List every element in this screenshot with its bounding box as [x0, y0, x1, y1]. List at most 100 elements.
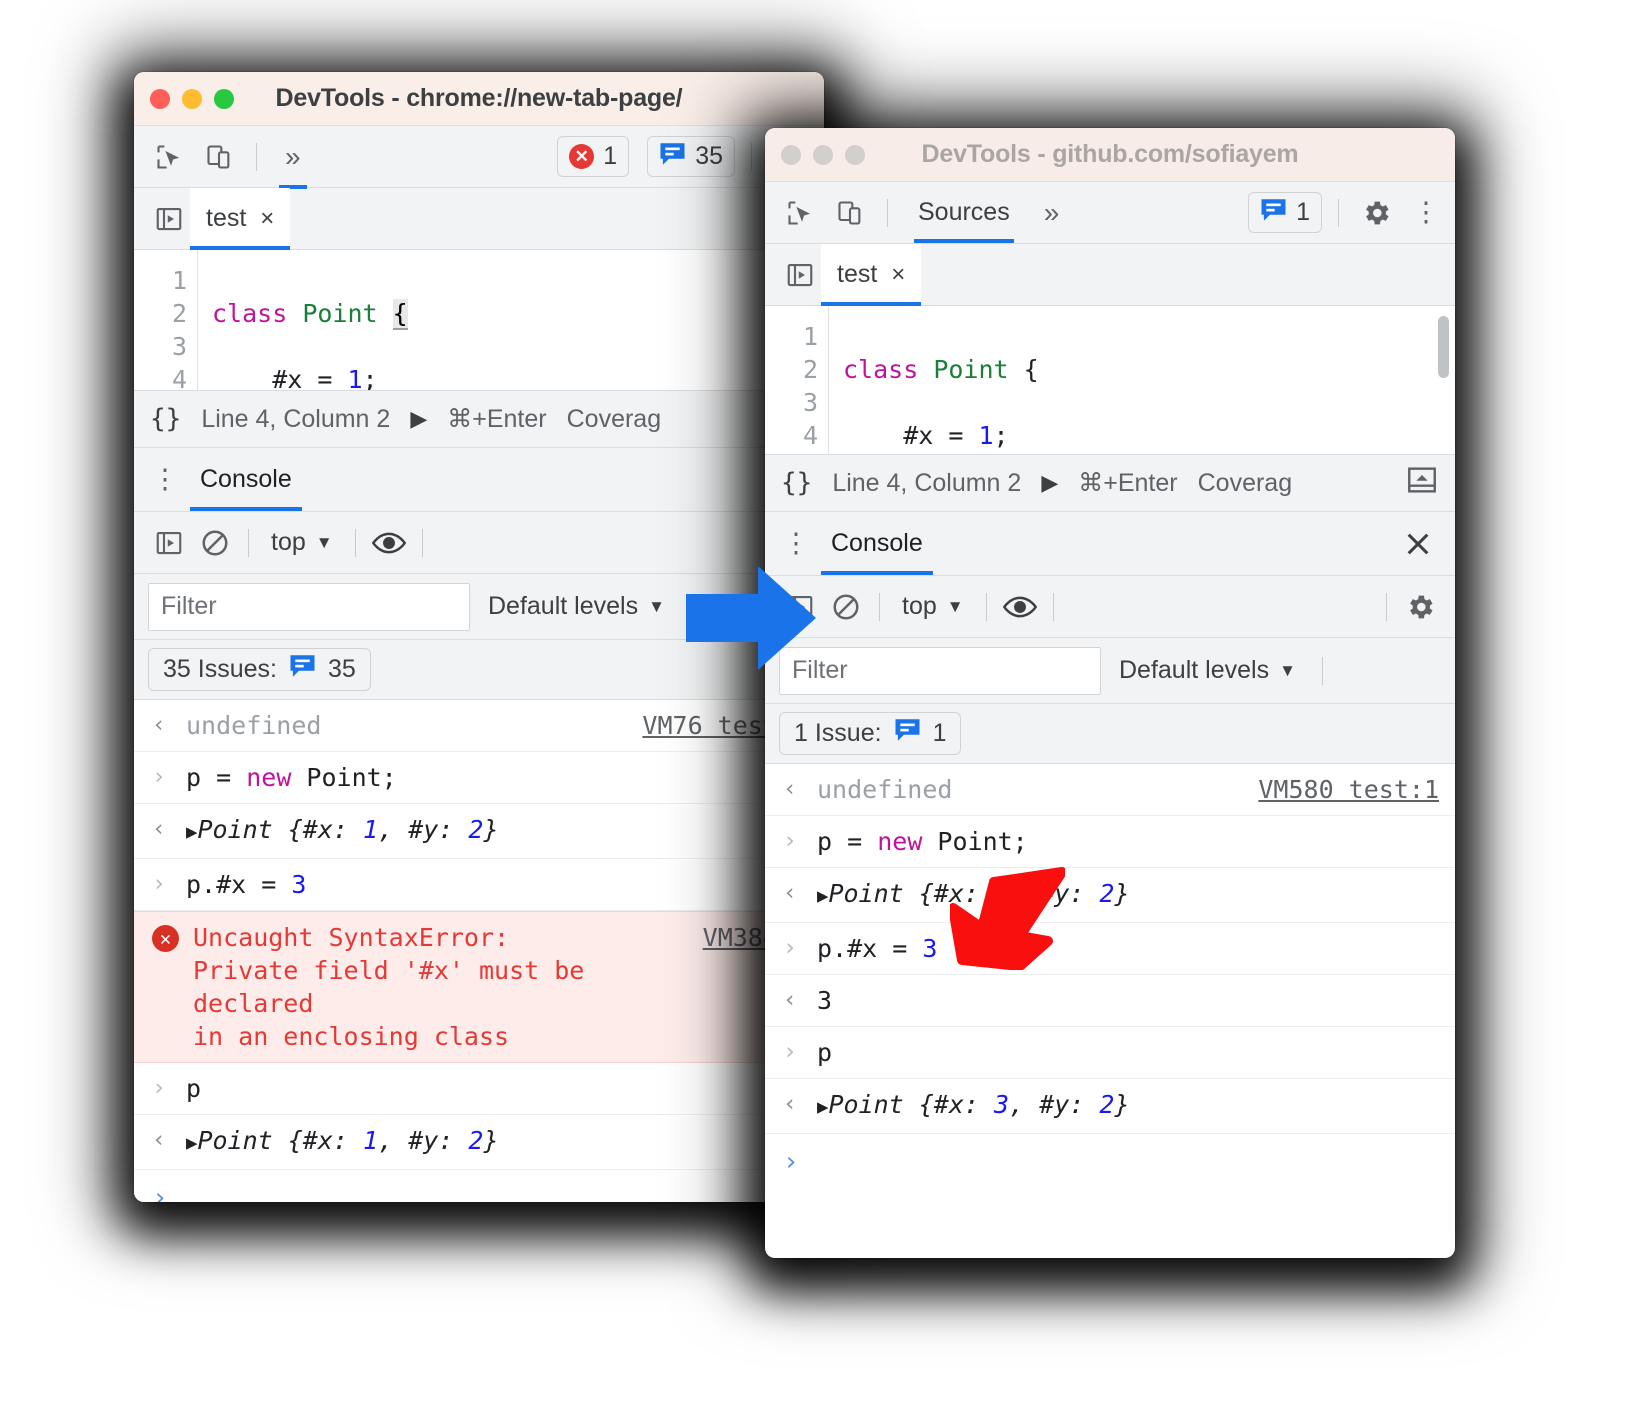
coverage-label[interactable]: Coverag: [567, 405, 662, 434]
console-prompt[interactable]: ›: [134, 1170, 824, 1202]
device-toolbar-icon[interactable]: [829, 192, 871, 234]
console-row[interactable]: ‹ ▶Point {#x: 1, #y: 2}: [765, 868, 1455, 923]
gear-icon[interactable]: [1355, 192, 1397, 234]
live-expression-icon[interactable]: [368, 522, 410, 564]
inspect-element-icon[interactable]: [148, 136, 190, 178]
tab-console[interactable]: Console: [817, 512, 937, 575]
close-icon[interactable]: ×: [891, 261, 905, 289]
console-filter-row[interactable]: Default levels ▼: [765, 638, 1455, 704]
clear-console-icon[interactable]: [825, 586, 867, 628]
console-row[interactable]: › p: [765, 1027, 1455, 1079]
devtools-window-before[interactable]: DevTools - chrome://new-tab-page/ » ✕ 1 …: [134, 72, 824, 1202]
pretty-print-icon[interactable]: {}: [150, 404, 181, 434]
console-filter-row[interactable]: Default levels ▼: [134, 574, 824, 640]
traffic-lights[interactable]: [781, 144, 865, 165]
console-row[interactable]: ‹ ▶Point {#x: 1, #y: 2}: [134, 804, 824, 859]
console-error-row[interactable]: ✕ Uncaught SyntaxError: Private field '#…: [134, 911, 824, 1063]
more-options-icon[interactable]: ⋮: [781, 530, 811, 557]
error-count-pill[interactable]: ✕ 1: [557, 136, 630, 177]
sources-tabbar[interactable]: test ×: [765, 244, 1455, 306]
code-content[interactable]: class Point { #x = 1; #y = 2; }: [829, 306, 1039, 454]
console-row[interactable]: ‹ undefined VM580 test:1: [765, 764, 1455, 816]
device-toolbar-icon[interactable]: [198, 136, 240, 178]
console-tabbar[interactable]: ⋮ Console: [134, 448, 824, 512]
log-levels-selector[interactable]: Default levels ▼: [1119, 656, 1296, 685]
filter-input[interactable]: [148, 582, 470, 631]
more-panels-chevron[interactable]: »: [1032, 197, 1072, 229]
console-sidebar-icon[interactable]: [779, 586, 821, 628]
devtools-window-after[interactable]: DevTools - github.com/sofiayem Sources »: [765, 128, 1455, 1258]
console-object-preview[interactable]: ▶Point {#x: 1, #y: 2}: [186, 813, 808, 849]
issues-pill[interactable]: 35 Issues: 35: [148, 648, 371, 691]
console-row[interactable]: › p: [134, 1063, 824, 1115]
console-output[interactable]: ‹ undefined VM76 test:1 › p = new Point;…: [134, 700, 824, 1202]
devtools-toolbar[interactable]: Sources » 1 ⋮: [765, 182, 1455, 244]
console-row[interactable]: › p.#x = 3: [765, 923, 1455, 975]
traffic-lights[interactable]: [150, 88, 234, 109]
pretty-print-icon[interactable]: {}: [781, 468, 812, 498]
more-panels-chevron[interactable]: »: [273, 141, 313, 189]
console-output[interactable]: ‹ undefined VM580 test:1 › p = new Point…: [765, 764, 1455, 1190]
code-content[interactable]: class Point { #x = 1; #y = 2; }: [198, 250, 408, 390]
console-sidebar-icon[interactable]: [148, 522, 190, 564]
console-row[interactable]: › p = new Point;: [765, 816, 1455, 868]
source-link[interactable]: VM580 test:1: [1240, 773, 1439, 806]
show-navigator-icon[interactable]: [148, 198, 190, 240]
console-tabbar[interactable]: ⋮ Console: [765, 512, 1455, 576]
console-row[interactable]: › p = new Point;: [134, 752, 824, 804]
console-row[interactable]: ‹ ▶Point {#x: 3, #y: 2}: [765, 1079, 1455, 1134]
tab-sources[interactable]: Sources: [904, 183, 1024, 243]
message-count-pill[interactable]: 35: [647, 136, 735, 177]
run-snippet-icon[interactable]: ▶: [1041, 470, 1058, 496]
console-row[interactable]: ‹ ▶Point {#x: 1, #y: 2}: [134, 1115, 824, 1170]
editor-scrollbar[interactable]: [1438, 316, 1449, 378]
file-tab-test[interactable]: test ×: [821, 244, 922, 306]
issues-bar[interactable]: 1 Issue: 1: [765, 704, 1455, 764]
sources-tabbar[interactable]: test ×: [134, 188, 824, 250]
window-titlebar[interactable]: DevTools - github.com/sofiayem: [765, 128, 1455, 182]
show-navigator-icon[interactable]: [779, 254, 821, 296]
more-options-icon[interactable]: ⋮: [1411, 199, 1441, 226]
close-icon[interactable]: ×: [260, 205, 274, 233]
run-snippet-icon[interactable]: ▶: [410, 406, 427, 432]
message-count-pill[interactable]: 1: [1248, 192, 1322, 233]
console-row[interactable]: ‹ 3: [765, 975, 1455, 1027]
show-drawer-icon[interactable]: [1405, 463, 1439, 504]
code-editor[interactable]: 1 2 3 4 class Point { #x = 1; #y = 2; }: [134, 250, 824, 390]
issues-bar[interactable]: 35 Issues: 35: [134, 640, 824, 700]
close-window-button[interactable]: [150, 88, 170, 109]
file-tab-test[interactable]: test ×: [190, 188, 291, 250]
console-toolbar[interactable]: top ▼: [765, 576, 1455, 638]
more-options-icon[interactable]: ⋮: [150, 466, 180, 493]
context-selector[interactable]: top ▼: [892, 592, 974, 621]
close-icon[interactable]: [1397, 523, 1439, 565]
maximize-window-button[interactable]: [845, 144, 865, 165]
tab-console[interactable]: Console: [186, 448, 306, 511]
inspect-element-icon[interactable]: [779, 192, 821, 234]
window-titlebar[interactable]: DevTools - chrome://new-tab-page/: [134, 72, 824, 126]
minimize-window-button[interactable]: [182, 88, 202, 109]
live-expression-icon[interactable]: [999, 586, 1041, 628]
coverage-label[interactable]: Coverag: [1198, 469, 1293, 498]
context-selector[interactable]: top ▼: [261, 528, 343, 557]
console-object-preview[interactable]: ▶Point {#x: 3, #y: 2}: [817, 1088, 1439, 1124]
console-row[interactable]: › p.#x = 3: [134, 859, 824, 911]
code-editor[interactable]: 1 2 3 4 class Point { #x = 1; #y = 2; }: [765, 306, 1455, 454]
log-levels-selector[interactable]: Default levels ▼: [488, 592, 665, 621]
gear-icon[interactable]: [1399, 586, 1441, 628]
console-object-preview[interactable]: ▶Point {#x: 1, #y: 2}: [186, 1124, 808, 1160]
minimize-window-button[interactable]: [813, 144, 833, 165]
devtools-toolbar[interactable]: » ✕ 1 35: [134, 126, 824, 189]
editor-status-bar[interactable]: {} Line 4, Column 2 ▶ ⌘+Enter Coverag: [134, 390, 824, 448]
console-input-echo: p.#x = 3: [817, 934, 938, 963]
close-window-button[interactable]: [781, 144, 801, 165]
issues-pill[interactable]: 1 Issue: 1: [779, 712, 962, 755]
maximize-window-button[interactable]: [214, 88, 234, 109]
console-row[interactable]: ‹ undefined VM76 test:1: [134, 700, 824, 752]
console-toolbar[interactable]: top ▼: [134, 512, 824, 574]
filter-input[interactable]: [779, 646, 1101, 695]
clear-console-icon[interactable]: [194, 522, 236, 564]
editor-status-bar[interactable]: {} Line 4, Column 2 ▶ ⌘+Enter Coverag: [765, 454, 1455, 512]
console-object-preview[interactable]: ▶Point {#x: 1, #y: 2}: [817, 877, 1439, 913]
console-prompt[interactable]: ›: [765, 1134, 1455, 1190]
